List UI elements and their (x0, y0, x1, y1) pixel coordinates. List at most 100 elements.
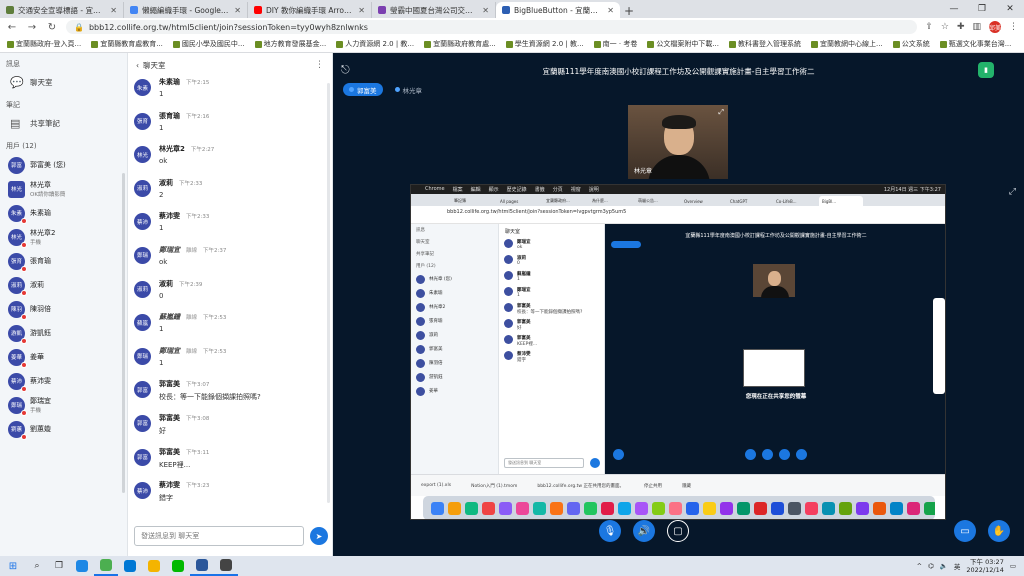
user-name: 鄭瑞宜 (30, 397, 51, 405)
dock-app-icon (635, 501, 648, 515)
fullscreen-icon[interactable]: ⤢ (718, 108, 724, 117)
extensions-icon[interactable]: ✚ (957, 22, 965, 32)
connection-status-icon[interactable]: ▮ (978, 62, 994, 78)
webcam-video[interactable]: ⤢ 林光章 (628, 105, 728, 179)
minimize-button[interactable]: — (940, 4, 968, 14)
user-list-item[interactable]: 游凱 游凱鈺 (0, 321, 127, 345)
talker-pill[interactable]: 林光章 (389, 83, 429, 96)
fullscreen-screenshare-icon[interactable]: ⤢ (1009, 187, 1016, 197)
maximize-button[interactable]: ❐ (968, 4, 996, 14)
chat-options-icon[interactable]: ⋮ (315, 60, 324, 70)
search-icon[interactable]: ⌕ (26, 561, 48, 571)
browser-tab[interactable]: DIY 教你編織手環 Arrow Braid ✕ (248, 2, 372, 18)
browser-tab[interactable]: 瑩霸中國夏台灣公司交配方 - 成...✕ (372, 2, 496, 18)
tab-close-icon[interactable]: ✕ (234, 6, 241, 15)
bookmark-item[interactable]: 宜蘭教網中心線上... (808, 39, 886, 49)
shared-chat-message: 郭富美好 (499, 319, 604, 335)
reload-icon[interactable]: ↻ (46, 22, 58, 33)
taskbar-app[interactable] (70, 556, 94, 576)
shared-chat-message: 郭富美 KEEP裡... (499, 335, 604, 351)
volume-icon[interactable]: 🔈 (940, 562, 948, 570)
share-icon[interactable]: ⇪ (925, 22, 933, 32)
windows-start-icon[interactable]: ⊞ (0, 561, 26, 572)
user-list-item[interactable]: 朱素 朱素瑜 (0, 201, 127, 225)
taskbar-app[interactable] (94, 556, 118, 576)
screenshare-video[interactable]: Chrome 檔案 編輯 顯示 歷史記錄 書籤 分頁 視窗 說明 12月14日 週三 下午3:2… (410, 184, 946, 520)
notifications-icon[interactable]: ▭ (1010, 562, 1016, 570)
user-list-item[interactable]: 姜華 姜華 (0, 345, 127, 369)
camera-button[interactable]: ▢ (667, 520, 689, 542)
bookmark-label: 國民小學及國民中... (181, 40, 245, 48)
address-bar[interactable]: 🔒 bbb12.collife.org.tw/html5client/join?… (66, 20, 918, 34)
user-initials: 鄭瑞 (10, 403, 22, 409)
shared-user-avatar (416, 344, 425, 354)
mute-button[interactable]: 🎙 (599, 520, 621, 542)
taskbar-app[interactable] (214, 556, 238, 576)
bookmark-item[interactable]: 宜蘭縣政府-登入頁... (4, 39, 84, 49)
menu-icon[interactable]: ⋮ (1009, 22, 1018, 32)
star-icon[interactable]: ☆ (941, 22, 949, 32)
shared-user-row: 游凱鈺 (411, 370, 498, 384)
bookmark-item[interactable]: 學生資源網 2.0 | 教... (503, 39, 587, 49)
bbb-app: 訊息 💬 聊天室 筆記 ▤ 共享筆記 用戶 (12) 郭富 郭富美 (您) 林光 林光… (0, 53, 1024, 556)
user-list-item[interactable]: 陳羽 陳羽倍 (0, 297, 127, 321)
browser-tab[interactable]: 交通安全宣導標語 - 宜蘭車區 - ... ✕ (0, 2, 124, 18)
task-view-icon[interactable]: ❐ (48, 561, 70, 571)
shared-notes-item[interactable]: ▤ 共享筆記 (0, 112, 127, 135)
taskbar-app[interactable] (118, 556, 142, 576)
sidebar-icon[interactable]: ▥ (972, 22, 981, 32)
tab-close-icon[interactable]: ✕ (482, 6, 489, 15)
back-icon[interactable]: ← (6, 22, 18, 33)
user-list-item[interactable]: 林光 林光章 OK請你讀影簡 (0, 177, 127, 201)
bookmark-item[interactable]: 公文檔案附中下載... (644, 39, 722, 49)
user-list-item[interactable]: 郭富 郭富美 (您) (0, 153, 127, 177)
bookmark-item[interactable]: 宜蘭縣教育處教育... (88, 39, 166, 49)
network-icon[interactable]: ⌬ (928, 562, 934, 570)
user-list-item[interactable]: 劉蕙 劉蕙嫙 (0, 417, 127, 441)
audio-button[interactable]: 🔊 (633, 520, 655, 542)
forward-icon[interactable]: → (26, 22, 38, 33)
users-scrollbar[interactable] (122, 173, 125, 493)
dock-app-icon (533, 501, 546, 515)
user-name: 陳羽倍 (30, 305, 51, 313)
dock-app-icon (567, 501, 580, 515)
shared-download-item: bbb12.collife.org.tw 正在共用您的畫面。 (537, 483, 625, 489)
talker-pill[interactable]: 郭富美 (343, 83, 383, 96)
user-list-item[interactable]: 張育 張育瑜 (0, 249, 127, 273)
raise-hand-button[interactable]: ✋ (988, 520, 1010, 542)
bookmark-item[interactable]: 教科書登入管理系統 (726, 39, 804, 49)
browser-tab[interactable]: 懶繩編織手環 - Google 搜尋 ✕ (124, 2, 248, 18)
share-screen-button[interactable]: ▭ (954, 520, 976, 542)
close-window-button[interactable]: ✕ (996, 4, 1024, 14)
bookmark-item[interactable]: 國民小學及國民中... (170, 39, 248, 49)
user-list-item[interactable]: 鄭瑞 鄭瑞宜 手機 (0, 393, 127, 417)
chat-scrollbar[interactable] (327, 83, 330, 503)
browser-tab[interactable]: BigBlueButton - 宜蘭縣111... ✕ (496, 2, 620, 18)
ime-indicator[interactable]: 英 (954, 561, 961, 571)
user-list-item[interactable]: 淑莉 淑莉 (0, 273, 127, 297)
hide-chat-icon[interactable]: ‹ (136, 61, 139, 70)
shared-tab: BigBl... (819, 196, 863, 206)
tab-close-icon[interactable]: ✕ (358, 6, 365, 15)
send-message-button[interactable]: ➤ (310, 527, 328, 545)
shared-chat-input: 發送訊息到 聊天室 (504, 458, 584, 468)
bookmark-item[interactable]: 人力資源網 2.0 | 教... (333, 39, 417, 49)
taskbar-app[interactable] (166, 556, 190, 576)
bookmark-item[interactable]: 宜蘭縣政府教育處... (421, 39, 499, 49)
taskbar-clock[interactable]: 下午 03:27 2022/12/14 (966, 558, 1003, 574)
bookmark-item[interactable]: 公文系統 (890, 39, 933, 49)
taskbar-app[interactable] (190, 556, 214, 576)
bookmark-item[interactable]: 地方教育發展基金... (252, 39, 330, 49)
user-list-item[interactable]: 林光 林光章2 手機 (0, 225, 127, 249)
tab-close-icon[interactable]: ✕ (110, 6, 117, 15)
tray-chevron-icon[interactable]: ^ (917, 562, 922, 570)
public-chat-item[interactable]: 💬 聊天室 (0, 71, 127, 94)
new-tab-button[interactable]: + (620, 4, 638, 18)
bookmark-item[interactable]: 甄選文化事業台灣... (937, 39, 1015, 49)
bookmark-item[interactable]: 南一 · 考卷 (591, 39, 641, 49)
chat-message-input[interactable] (134, 526, 304, 546)
taskbar-app[interactable] (142, 556, 166, 576)
profile-avatar[interactable]: 邱美 (989, 21, 1001, 33)
tab-close-icon[interactable]: ✕ (607, 6, 614, 15)
user-list-item[interactable]: 蔡沛 蔡沛雯 (0, 369, 127, 393)
